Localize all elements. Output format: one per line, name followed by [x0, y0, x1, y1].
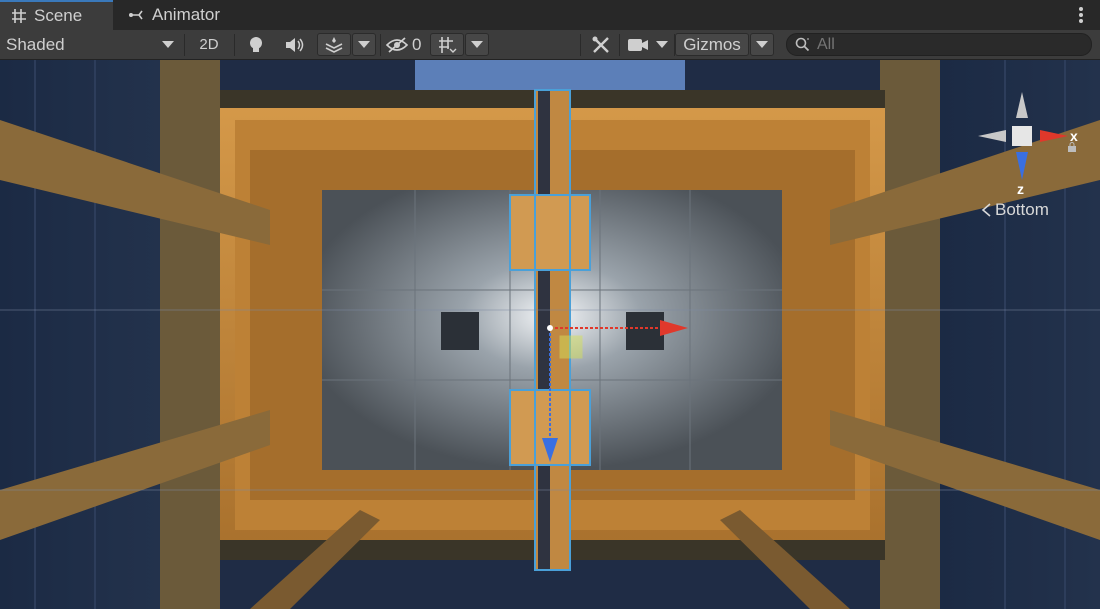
layers-effects-icon	[325, 36, 343, 53]
grid-dropdown-button[interactable]	[465, 33, 489, 56]
tab-animator-label: Animator	[152, 5, 221, 24]
hidden-objects-count: 0	[412, 34, 422, 54]
hidden-objects-toggle[interactable]: 0	[385, 30, 427, 59]
speaker-icon	[286, 37, 304, 52]
chevron-down-icon	[756, 41, 768, 48]
camera-settings-button[interactable]	[623, 30, 671, 59]
shading-mode-dropdown[interactable]: Shaded	[0, 30, 182, 59]
more-options-icon[interactable]	[1078, 6, 1084, 24]
grid-hash-icon	[12, 9, 26, 23]
view-direction-text: Bottom	[995, 200, 1049, 219]
lock-icon[interactable]	[1067, 142, 1077, 152]
gizmos-dropdown-button[interactable]	[750, 33, 774, 56]
gizmos-label: Gizmos	[683, 34, 741, 54]
eye-slash-icon	[385, 36, 409, 53]
tab-animator[interactable]: Animator	[128, 0, 248, 30]
effects-toggle-button[interactable]	[317, 33, 351, 56]
search-icon	[795, 37, 810, 51]
search-field[interactable]	[786, 33, 1092, 56]
chevron-down-icon	[162, 41, 174, 48]
lighting-toggle-button[interactable]	[240, 30, 272, 59]
chevron-down-icon	[471, 41, 483, 48]
chevron-down-icon	[655, 41, 668, 48]
grid-snap-icon	[439, 36, 457, 53]
chevron-left-icon	[981, 203, 991, 217]
tools-toggle-button[interactable]	[585, 30, 617, 59]
2d-toggle-label: 2D	[199, 36, 219, 53]
shading-mode-value: Shaded	[6, 34, 65, 54]
audio-toggle-button[interactable]	[278, 30, 310, 59]
effects-dropdown-button[interactable]	[352, 33, 376, 56]
lightbulb-icon	[250, 36, 262, 52]
scene-render: x z	[0, 60, 1100, 609]
tab-scene-label: Scene	[34, 6, 83, 25]
camera-icon	[627, 38, 648, 51]
grid-toggle-button[interactable]	[430, 33, 464, 56]
chevron-down-icon	[358, 41, 370, 48]
view-direction-label[interactable]: Bottom	[980, 200, 1049, 220]
gizmos-toggle-button[interactable]: Gizmos	[675, 33, 749, 56]
scene-viewport[interactable]: x z Bottom	[0, 60, 1100, 609]
axis-z-label: z	[1017, 181, 1024, 197]
window-tab-bar: Scene Animator	[0, 0, 1100, 31]
tab-scene[interactable]: Scene	[0, 0, 113, 30]
search-input[interactable]	[815, 34, 1069, 55]
2d-toggle-button[interactable]: 2D	[190, 30, 228, 59]
animator-icon	[129, 10, 143, 20]
scene-toolbar: Shaded 2D 0 Gizmos	[0, 30, 1100, 60]
tools-icon	[592, 36, 609, 53]
